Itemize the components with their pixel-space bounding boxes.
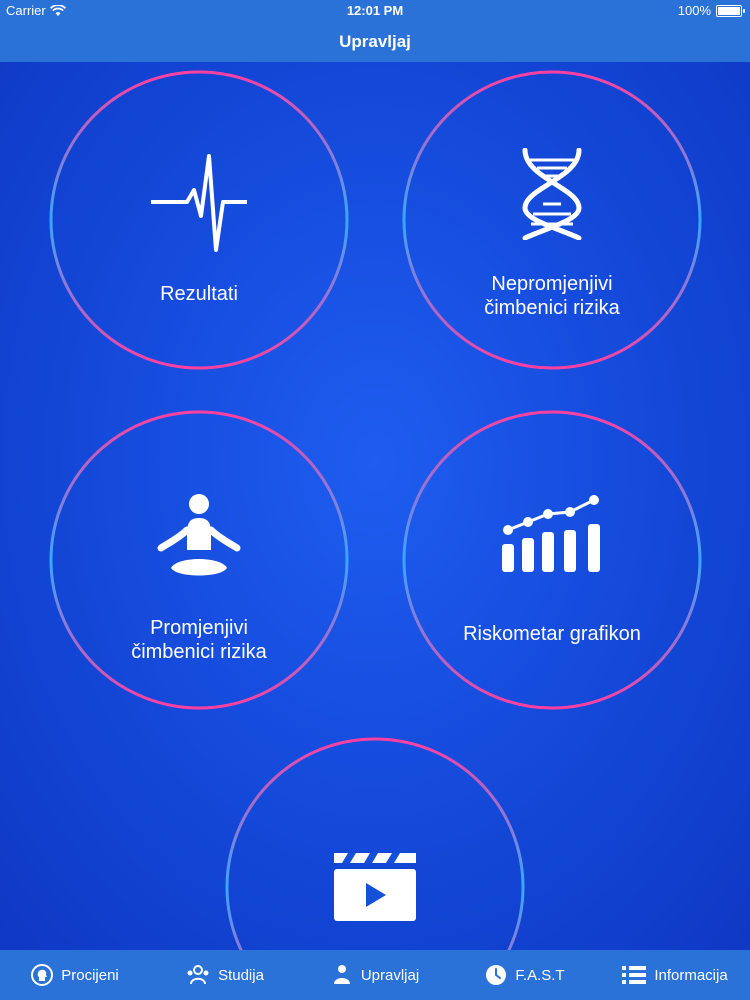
tab-studija[interactable]: Studija [150,964,300,986]
tile-label: Riskometar grafikon [402,622,702,646]
tile-label: Promjenjivi čimbenici rizika [49,616,349,664]
heartbeat-icon [151,154,247,252]
tab-label: Procijeni [61,966,119,984]
tile-label: Nepromjenjivi čimbenici rizika [402,272,702,320]
tile-nepromjenjivi[interactable]: Nepromjenjivi čimbenici rizika [402,70,702,370]
meditation-icon [157,494,241,576]
tile-label-line1: Riskometar grafikon [463,623,641,645]
tab-label: Informacija [654,966,728,984]
person-icon [333,965,350,984]
tab-bar: Procijeni Studija Upravljaj F.A.S.T Info… [0,950,750,1000]
status-right: 100% [677,3,745,18]
tile-riskometar-grafikon[interactable]: Riskometar grafikon [402,410,702,710]
page-title: Upravljaj [339,32,411,51]
clock-icon [486,965,507,985]
list-icon [622,966,647,984]
tile-video[interactable] [225,737,525,950]
head-icon [31,964,54,986]
tab-informacija[interactable]: Informacija [600,965,750,985]
tile-label-line1: Promjenjivi [150,617,248,639]
tab-label: Studija [218,966,264,984]
tile-label-line1: Nepromjenjivi [491,273,613,295]
status-time: 12:01 PM [346,3,404,18]
tile-label-line2: čimbenici rizika [131,641,267,663]
tab-procijeni[interactable]: Procijeni [0,964,150,986]
tab-fast[interactable]: F.A.S.T [450,964,600,986]
tile-label: Rezultati [49,282,349,306]
tab-upravljaj[interactable]: Upravljaj [300,964,450,986]
tile-label-line1: Rezultati [160,283,238,305]
group-icon [187,965,209,985]
battery-percent: 100% [677,3,711,18]
dna-icon [522,148,582,240]
video-clapper-icon [334,853,416,921]
tile-promjenjivi[interactable]: Promjenjivi čimbenici rizika [49,410,349,710]
bar-chart-icon [502,495,600,572]
tab-label: Upravljaj [360,966,420,984]
nav-bar: Upravljaj [0,22,750,62]
battery-icon [716,4,745,17]
status-bar: Carrier 12:01 PM 100% [0,0,750,22]
tile-rezultati[interactable]: Rezultati [49,70,349,370]
tab-label: F.A.S.T [515,966,565,984]
main-content[interactable]: Rezultati Nepromjenjivi čimbenici rizika [0,62,750,950]
tile-label-line2: čimbenici rizika [484,297,620,319]
